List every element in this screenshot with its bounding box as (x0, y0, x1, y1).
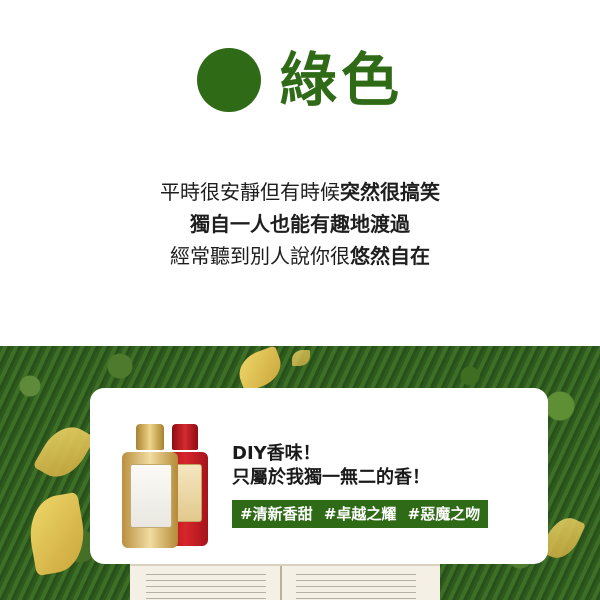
open-book (130, 564, 440, 600)
yellow-leaf (233, 346, 287, 393)
gold-perfume-bottle-icon (122, 424, 178, 548)
description-text: 平時很安靜但有時候突然很搞笑 獨自一人也能有趣地渡過 經常聽到別人說你很悠然自在 (0, 176, 600, 272)
perfume-bottles-icon (122, 424, 214, 548)
description-line-3-normal: 經常聽到別人說你很 (170, 244, 350, 268)
card-headline: DIY香味！ (232, 443, 321, 464)
yellow-leaf (292, 350, 310, 366)
hashtag: #惡魔之吻 (407, 505, 481, 523)
book-right-page-text (296, 574, 416, 600)
green-dot-icon (196, 48, 261, 112)
color-title: 綠色 (278, 46, 403, 114)
description-line-3: 經常聽到別人說你很悠然自在 (0, 240, 600, 272)
hashtag: #清新香甜 (240, 505, 313, 523)
hashtag-banner: #清新香甜 #卓越之耀 #惡魔之吻 (232, 500, 489, 528)
book-gutter (280, 566, 282, 600)
description-line-1: 平時很安靜但有時候突然很搞笑 (0, 176, 600, 208)
color-header: 綠色 (0, 48, 600, 112)
description-line-2-bold: 獨自一人也能有趣地渡過 (190, 212, 410, 236)
yellow-leaf (23, 491, 91, 577)
card-text: DIY香味！ 只屬於我獨一無二的香！ #清新香甜 #卓越之耀 #惡魔之吻 (232, 442, 489, 528)
description-line-1-normal: 平時很安靜但有時候 (160, 180, 340, 204)
hashtag: #卓越之耀 (323, 505, 397, 523)
description-line-3-bold: 悠然自在 (350, 244, 430, 268)
yellow-leaf (32, 417, 96, 487)
description-line-2: 獨自一人也能有趣地渡過 (0, 208, 600, 240)
diy-scent-card: DIY香味！ 只屬於我獨一無二的香！ #清新香甜 #卓越之耀 #惡魔之吻 (90, 388, 548, 564)
card-subheadline: 只屬於我獨一無二的香！ (232, 467, 430, 488)
description-line-1-bold: 突然很搞笑 (340, 180, 440, 204)
book-left-page-text (146, 574, 266, 600)
